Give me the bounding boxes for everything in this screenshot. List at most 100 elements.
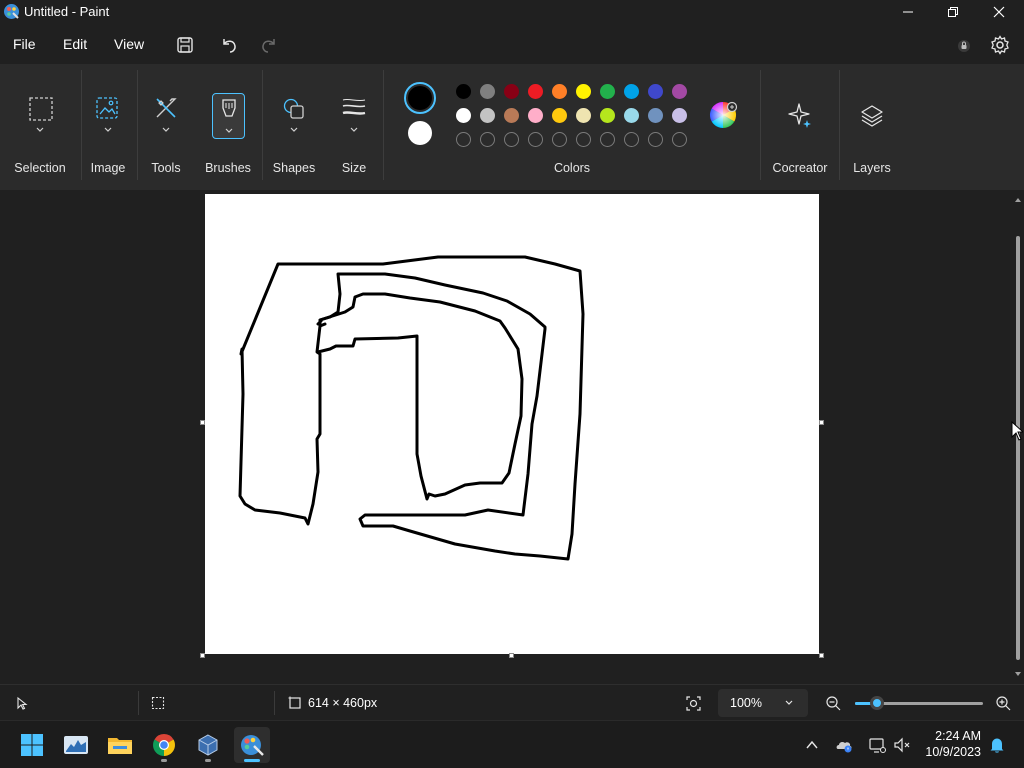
restore-icon bbox=[948, 7, 958, 17]
running-indicator bbox=[161, 759, 167, 762]
canvas-drawing bbox=[238, 255, 585, 561]
image-label: Image bbox=[90, 161, 126, 175]
task-manager-icon bbox=[64, 736, 88, 754]
account-icon[interactable] bbox=[953, 35, 975, 57]
start-icon bbox=[21, 734, 43, 756]
layers-group[interactable]: Layers bbox=[842, 64, 902, 190]
taskbar-chrome[interactable] bbox=[146, 727, 182, 763]
taskbar: 2:24 AM 10/9/2023 bbox=[0, 720, 1024, 768]
chevron-down-icon bbox=[290, 127, 298, 132]
undo-icon[interactable] bbox=[218, 34, 240, 56]
layers-label: Layers bbox=[853, 161, 891, 175]
network-icon[interactable] bbox=[868, 736, 886, 754]
canvas-size-icon bbox=[288, 696, 301, 709]
restore-button[interactable] bbox=[930, 0, 976, 24]
shapes-group[interactable]: Shapes bbox=[266, 64, 322, 190]
ribbon-divider bbox=[839, 70, 840, 180]
canvas-dimensions: 614 × 460px bbox=[308, 696, 378, 710]
running-indicator bbox=[244, 759, 260, 762]
cocreator-group[interactable]: Cocreator bbox=[762, 64, 838, 190]
ribbon-divider bbox=[262, 70, 263, 180]
chevron-down-icon bbox=[104, 127, 112, 132]
status-bar: 614 × 460px 100% bbox=[0, 684, 1024, 720]
minimize-icon bbox=[903, 11, 913, 13]
resize-handle-right[interactable] bbox=[819, 420, 824, 425]
ribbon-toolbar: Selection Image Tools Brushes Shapes Siz… bbox=[0, 64, 1024, 190]
shapes-icon bbox=[283, 98, 304, 119]
tools-label: Tools bbox=[151, 161, 181, 175]
volume-muted-icon[interactable] bbox=[893, 736, 911, 754]
menu-edit[interactable]: Edit bbox=[63, 36, 87, 52]
shapes-label: Shapes bbox=[272, 161, 316, 175]
minimize-button[interactable] bbox=[885, 0, 931, 24]
clock-time: 2:24 AM bbox=[935, 729, 981, 743]
resize-handle-bottom-right[interactable] bbox=[819, 653, 824, 658]
chevron-down-icon bbox=[36, 127, 44, 132]
mouse-pointer-icon bbox=[1011, 421, 1023, 441]
drawing-canvas[interactable] bbox=[205, 194, 819, 654]
paint-app-icon bbox=[4, 4, 19, 19]
zoom-level: 100% bbox=[730, 696, 762, 710]
selection-rectangle-icon bbox=[29, 97, 53, 121]
chrome-icon bbox=[153, 734, 175, 756]
scroll-up-arrow-icon[interactable] bbox=[1014, 196, 1022, 204]
brushes-label: Brushes bbox=[205, 161, 251, 175]
taskbar-virtualbox[interactable] bbox=[190, 727, 226, 763]
ribbon-divider bbox=[137, 70, 138, 180]
notification-bell-icon[interactable] bbox=[988, 736, 1006, 754]
colors-group: Colors bbox=[384, 64, 760, 190]
stroke-size-icon bbox=[342, 98, 366, 115]
redo-icon[interactable] bbox=[258, 34, 280, 56]
selection-size-icon bbox=[151, 696, 165, 710]
title-bar: Untitled - Paint bbox=[0, 0, 1024, 24]
onedrive-icon[interactable] bbox=[835, 736, 853, 754]
start-button[interactable] bbox=[14, 727, 50, 763]
status-divider bbox=[274, 691, 275, 715]
taskbar-task-manager[interactable] bbox=[58, 727, 94, 763]
tools-icon bbox=[156, 98, 177, 118]
taskbar-paint[interactable] bbox=[234, 727, 270, 763]
fit-to-window-icon[interactable] bbox=[685, 695, 702, 712]
chevron-down-icon bbox=[350, 127, 358, 132]
taskbar-file-explorer[interactable] bbox=[102, 727, 138, 763]
virtualbox-icon bbox=[198, 734, 218, 756]
scrollbar-thumb[interactable] bbox=[1016, 236, 1020, 660]
selection-group[interactable]: Selection bbox=[0, 64, 80, 190]
paint-icon bbox=[241, 735, 264, 756]
status-divider bbox=[138, 691, 139, 715]
selection-label: Selection bbox=[14, 161, 66, 175]
menu-view[interactable]: View bbox=[114, 36, 144, 52]
cocreator-label: Cocreator bbox=[772, 161, 828, 175]
zoom-dropdown[interactable]: 100% bbox=[718, 689, 808, 717]
zoom-slider[interactable] bbox=[855, 696, 983, 710]
image-icon bbox=[96, 97, 118, 119]
layers-icon bbox=[861, 105, 883, 127]
system-clock[interactable]: 2:24 AM 10/9/2023 bbox=[925, 728, 981, 760]
ribbon-divider bbox=[760, 70, 761, 180]
chevron-up-icon[interactable] bbox=[805, 738, 819, 752]
chevron-down-icon bbox=[785, 700, 793, 705]
cursor-position-icon bbox=[17, 696, 28, 710]
zoom-out-icon[interactable] bbox=[825, 695, 842, 712]
scroll-down-arrow-icon[interactable] bbox=[1014, 670, 1022, 678]
clock-date: 10/9/2023 bbox=[925, 745, 981, 759]
chevron-down-icon bbox=[162, 127, 170, 132]
file-explorer-icon bbox=[108, 738, 132, 754]
resize-handle-left[interactable] bbox=[200, 420, 205, 425]
close-button[interactable] bbox=[976, 0, 1022, 24]
outer-stroke bbox=[238, 255, 585, 561]
zoom-in-icon[interactable] bbox=[995, 695, 1012, 712]
tools-group[interactable]: Tools bbox=[140, 64, 192, 190]
cocreator-sparkle-icon bbox=[788, 103, 811, 128]
settings-gear-icon[interactable] bbox=[989, 34, 1011, 56]
resize-handle-bottom-left[interactable] bbox=[200, 653, 205, 658]
zoom-slider-thumb[interactable] bbox=[869, 696, 884, 710]
image-group[interactable]: Image bbox=[82, 64, 134, 190]
save-icon[interactable] bbox=[174, 34, 196, 56]
size-group[interactable]: Size bbox=[328, 64, 380, 190]
menu-file[interactable]: File bbox=[13, 36, 36, 52]
inner-stroke bbox=[316, 292, 524, 501]
resize-handle-bottom[interactable] bbox=[509, 653, 514, 658]
colors-label: Colors bbox=[553, 161, 591, 175]
brushes-group: Brushes bbox=[200, 64, 256, 190]
